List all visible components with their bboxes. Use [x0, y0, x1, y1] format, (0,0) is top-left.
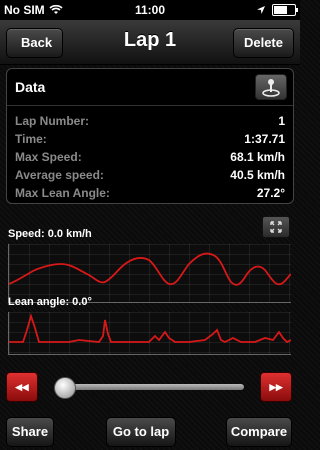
rewind-button[interactable]: ◂◂: [6, 372, 38, 402]
expand-icon: [270, 221, 282, 233]
clock: 11:00: [134, 3, 166, 17]
navigation-bar: Back Lap 1 Delete: [0, 20, 300, 65]
data-row: Average speed: 40.5 km/h: [15, 166, 285, 184]
location-arrow-icon: [257, 6, 265, 14]
delete-button[interactable]: Delete: [232, 28, 294, 58]
battery-fill: [274, 6, 287, 14]
graph-area: Speed: 0.0 km/h Lean angle: 0.0°: [6, 214, 292, 355]
data-rows: Lap Number: 1 Time: 1:37.71 Max Speed: 68.1…: [7, 106, 293, 202]
row-value: 1: [278, 114, 285, 128]
position-slider-thumb[interactable]: [54, 377, 76, 399]
status-bar: No SIM 11:00: [0, 0, 300, 20]
share-button[interactable]: Share: [6, 417, 54, 447]
row-label: Average speed:: [15, 168, 104, 182]
data-row: Max Speed: 68.1 km/h: [15, 148, 285, 166]
joystick-button[interactable]: [255, 74, 287, 100]
row-label: Lap Number:: [15, 114, 90, 128]
row-value: 68.1 km/h: [230, 150, 285, 164]
speed-graph-label: Speed: 0.0 km/h: [8, 228, 92, 240]
data-row: Max Lean Angle: 27.2°: [15, 184, 285, 202]
row-label: Max Speed:: [15, 150, 82, 164]
lean-graph-label: Lean angle: 0.0°: [8, 296, 92, 308]
row-label: Time:: [15, 132, 47, 146]
data-panel: Data Lap Number: 1 Time: 1:37.71 Max Speed…: [6, 68, 294, 204]
playback-controls: ◂◂ ▸▸: [6, 372, 292, 402]
data-row: Lap Number: 1: [15, 112, 285, 130]
row-value: 1:37.71: [244, 132, 285, 146]
lean-graph[interactable]: [8, 312, 292, 355]
expand-graph-button[interactable]: [262, 216, 290, 238]
row-value: 27.2°: [256, 186, 285, 200]
speed-graph[interactable]: [8, 244, 292, 303]
position-slider-track[interactable]: [54, 384, 244, 390]
lean-line: [9, 312, 292, 344]
go-to-lap-button[interactable]: Go to lap: [106, 417, 176, 447]
data-panel-title: Data: [15, 79, 46, 95]
joystick-icon: [262, 79, 280, 97]
row-value: 40.5 km/h: [230, 168, 285, 182]
row-label: Max Lean Angle:: [15, 186, 110, 200]
compare-button[interactable]: Compare: [226, 417, 292, 447]
fast-forward-button[interactable]: ▸▸: [260, 372, 292, 402]
data-panel-header: Data: [7, 69, 293, 106]
speed-line: [8, 252, 292, 286]
data-row: Time: 1:37.71: [15, 130, 285, 148]
battery-icon: [272, 4, 298, 16]
